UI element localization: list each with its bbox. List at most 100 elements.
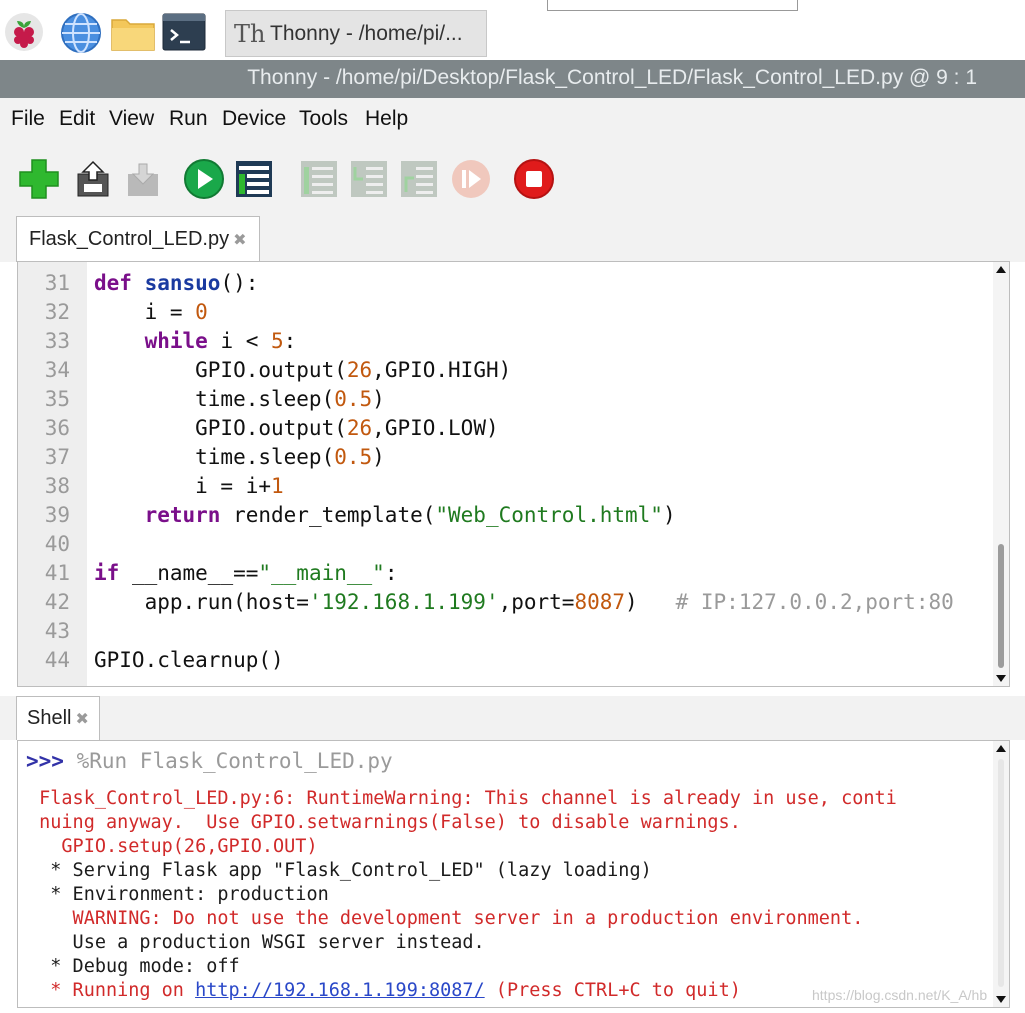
code-token: GPIO.output( — [94, 416, 347, 440]
file-manager-folder-icon[interactable] — [110, 12, 155, 52]
code-text: time.sleep(0.5) — [94, 385, 385, 414]
shell-output-line: * Debug mode: off — [28, 955, 240, 979]
line-number: 39 — [44, 503, 70, 527]
code-token: ) — [372, 445, 385, 469]
line-number: 36 — [44, 416, 70, 440]
menu-edit[interactable]: Edit — [59, 107, 95, 131]
code-token: __name__== — [119, 561, 259, 585]
code-token: i = i+ — [94, 474, 272, 498]
line-number: 32 — [44, 300, 70, 324]
tab-label: Flask_Control_LED.py — [29, 228, 230, 250]
code-token: # IP:127.0.0.2,port:80 — [675, 590, 954, 614]
code-token: 1 — [271, 474, 284, 498]
code-editor[interactable]: 31 def sansuo(): 32 i = 0 33 while i < 5: 34… — [17, 261, 1010, 687]
code-token: GPIO.output( — [94, 358, 347, 382]
window-title-bar[interactable]: Thonny - /home/pi/Desktop/Flask_Control_… — [0, 60, 1025, 98]
scroll-down-arrow-icon[interactable] — [996, 996, 1006, 1003]
code-token: render_template( — [220, 503, 436, 527]
menu-file[interactable]: File — [11, 107, 45, 131]
code-token: i = — [94, 300, 196, 324]
shell-tab-strip: Shell ✖ — [0, 696, 1025, 740]
shell-text: * Debug mode: off — [28, 956, 240, 977]
save-file-icon[interactable] — [122, 158, 164, 200]
code-token: time.sleep( — [94, 387, 335, 411]
raspberry-pi-menu-icon[interactable] — [4, 12, 44, 52]
shell-vertical-scrollbar[interactable] — [993, 741, 1009, 1007]
line-number: 41 — [44, 561, 70, 585]
close-icon[interactable]: ✖ — [233, 230, 246, 250]
resume-icon[interactable] — [450, 158, 492, 200]
web-browser-globe-icon[interactable] — [60, 12, 101, 53]
close-icon[interactable]: ✖ — [75, 709, 88, 729]
shell-text: * Serving Flask app "Flask_Control_LED" … — [28, 860, 652, 881]
code-text: i = i+1 — [94, 472, 284, 501]
code-token: ) — [625, 590, 676, 614]
thonny-icon: Th — [234, 20, 266, 48]
shell-text: Flask_Control_LED.py:6: RuntimeWarning: … — [28, 788, 897, 809]
code-line: 38 i = i+1 — [18, 472, 993, 501]
window-title: Thonny - /home/pi/Desktop/Flask_Control_… — [247, 66, 977, 89]
shell-console[interactable]: >>> %Run Flask_Control_LED.py Flask_Cont… — [17, 740, 1010, 1008]
stop-icon[interactable] — [513, 158, 555, 200]
tab-shell[interactable]: Shell ✖ — [16, 696, 100, 740]
step-over-icon[interactable] — [298, 158, 340, 200]
shell-output-line: Use a production WSGI server instead. — [28, 931, 485, 955]
line-number: 35 — [44, 387, 70, 411]
code-token: 0.5 — [334, 387, 373, 411]
scrollbar-thumb[interactable] — [998, 544, 1004, 668]
watermark: https://blog.csdn.net/K_A/hb — [812, 987, 988, 1003]
code-line: 44 GPIO.clearnup() — [18, 646, 993, 675]
load-file-icon[interactable] — [72, 158, 114, 200]
terminal-icon[interactable] — [162, 12, 206, 52]
taskbar-task-title: Thonny - /home/pi/... — [270, 22, 463, 45]
code-token: return — [144, 503, 221, 527]
run-icon[interactable] — [183, 158, 225, 200]
line-number: 31 — [44, 271, 70, 295]
menu-tools[interactable]: Tools — [299, 107, 348, 131]
code-token: ,GPIO.LOW) — [372, 416, 499, 440]
scroll-up-arrow-icon[interactable] — [996, 266, 1006, 273]
code-text: GPIO.output(26,GPIO.HIGH) — [94, 356, 511, 385]
code-text: app.run(host='192.168.1.199',port=8087) … — [94, 588, 954, 617]
line-number: 43 — [44, 619, 70, 643]
line-number: 44 — [44, 648, 70, 672]
scroll-up-arrow-icon[interactable] — [996, 745, 1006, 752]
code-text: GPIO.output(26,GPIO.LOW) — [94, 414, 499, 443]
code-token: app.run(host= — [94, 590, 309, 614]
editor-vertical-scrollbar[interactable] — [993, 262, 1009, 686]
debug-icon[interactable] — [233, 158, 275, 200]
code-token: ) — [662, 503, 676, 527]
code-token: GPIO.clearnup() — [94, 648, 284, 672]
taskbar: Th Thonny - /home/pi/... — [0, 0, 1025, 62]
code-line: 39 return render_template("Web_Control.h… — [18, 501, 993, 530]
scrollbar-track[interactable] — [998, 759, 1004, 987]
server-url-link[interactable]: http://192.168.1.199:8087/ — [195, 980, 485, 1001]
code-token: time.sleep( — [94, 445, 335, 469]
new-file-icon[interactable] — [18, 158, 60, 200]
shell-text: WARNING: Do not use the development serv… — [28, 908, 864, 929]
tab-flask-control-led[interactable]: Flask_Control_LED.py ✖ — [16, 216, 260, 262]
code-token: sansuo — [144, 271, 221, 295]
code-line: 43 — [18, 617, 993, 646]
menu-device[interactable]: Device — [222, 107, 286, 131]
code-line: 42 app.run(host='192.168.1.199',port=808… — [18, 588, 993, 617]
shell-output-line: * Serving Flask app "Flask_Control_LED" … — [28, 859, 652, 883]
step-into-icon[interactable] — [348, 158, 390, 200]
menu-view[interactable]: View — [109, 107, 154, 131]
menu-help[interactable]: Help — [365, 107, 408, 131]
line-number: 38 — [44, 474, 70, 498]
code-line: 35 time.sleep(0.5) — [18, 385, 993, 414]
taskbar-thonny-task[interactable]: Th Thonny - /home/pi/... — [225, 10, 487, 57]
code-token: '192.168.1.199' — [308, 590, 499, 614]
menu-run[interactable]: Run — [169, 107, 208, 131]
code-line: 31 def sansuo(): — [18, 269, 993, 298]
step-out-icon[interactable] — [398, 158, 440, 200]
code-line: 41 if __name__=="__main__": — [18, 559, 993, 588]
scroll-down-arrow-icon[interactable] — [996, 675, 1006, 682]
code-token: "__main__" — [258, 561, 385, 585]
code-token: 8087 — [574, 590, 626, 614]
code-token: 26 — [346, 416, 373, 440]
shell-text: Use a production WSGI server instead. — [28, 932, 485, 953]
